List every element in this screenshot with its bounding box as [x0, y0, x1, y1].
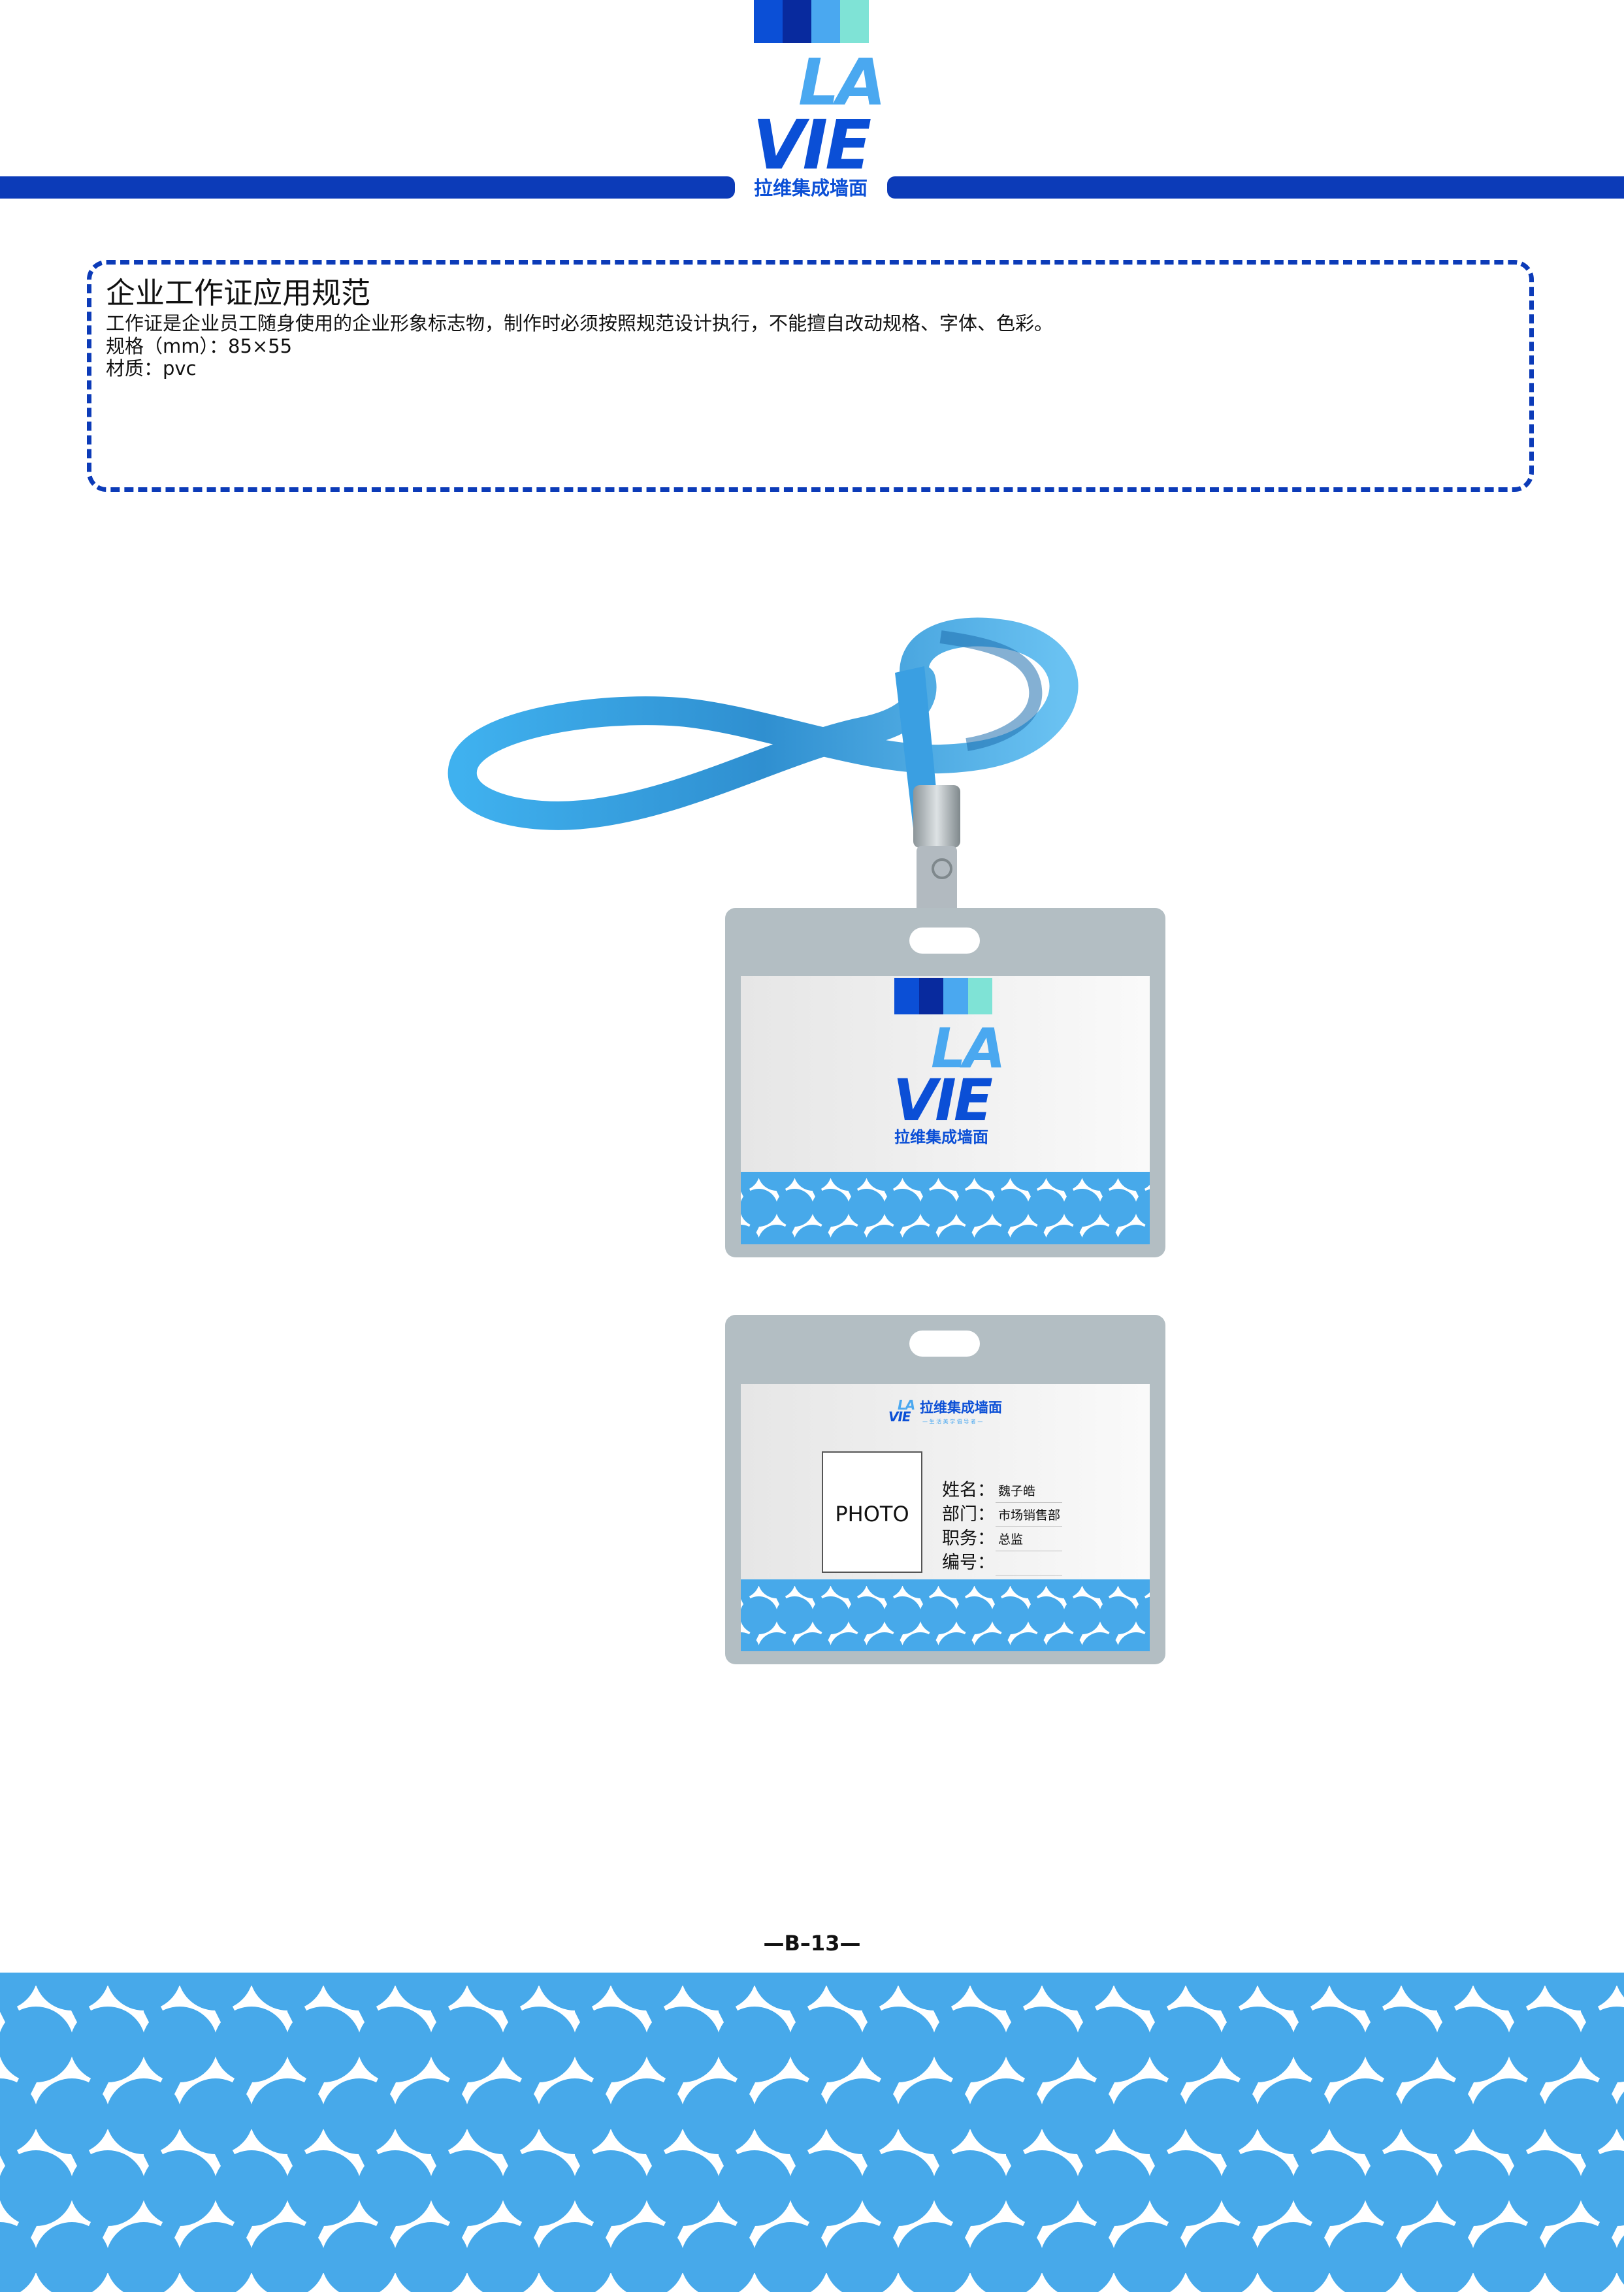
- logo-line2: VIE: [893, 1067, 993, 1134]
- badge-back: LA VIE 拉维集成墙面 — 生 活 美 学 倡 导 者 — PHOTO 姓名…: [725, 1315, 1165, 1664]
- field-name-value: 魏子皓: [998, 1484, 1036, 1498]
- header-rule-right: [887, 176, 1624, 199]
- color-bar: [754, 0, 869, 43]
- color-swatch-3: [811, 0, 840, 43]
- color-swatch-4: [840, 0, 869, 43]
- badge-pattern: [741, 1579, 1150, 1651]
- spec-size: 规格（mm）：85×55: [106, 335, 293, 357]
- field-id-label: 编号：: [942, 1553, 995, 1573]
- field-dept-line: [996, 1526, 1062, 1527]
- field-name-label: 姓名：: [942, 1480, 995, 1500]
- spec-title: 企业工作证应用规范: [106, 276, 371, 310]
- color-swatch-4: [967, 978, 992, 1014]
- logo-mini-line2: VIE: [888, 1409, 911, 1425]
- footer-pattern: [0, 1973, 1624, 2292]
- spec-material: 材质：pvc: [106, 357, 197, 379]
- page-number: —B–13—: [763, 1931, 861, 1956]
- slogan: — 生 活 美 学 倡 导 者 —: [922, 1419, 983, 1425]
- badge-logo: LA VIE 拉维集成墙面: [893, 978, 1006, 1154]
- logo-cn: 拉维集成墙面: [754, 177, 868, 199]
- field-name-line: [996, 1502, 1062, 1503]
- lanyard: [447, 617, 1079, 924]
- badge-pattern: [741, 1172, 1150, 1244]
- field-dept-label: 部门：: [942, 1504, 995, 1525]
- color-swatch-2: [783, 0, 811, 43]
- photo-frame: PHOTO: [822, 1451, 922, 1573]
- logo-cn: 拉维集成墙面: [920, 1400, 1002, 1415]
- header-logo: LA VIE 拉维集成墙面: [753, 0, 886, 202]
- badge-back-insert: LA VIE 拉维集成墙面 — 生 活 美 学 倡 导 者 — PHOTO 姓名…: [741, 1384, 1150, 1651]
- color-bar: [894, 978, 992, 1014]
- color-swatch-2: [918, 978, 943, 1014]
- field-title-value: 总监: [998, 1532, 1024, 1547]
- spec-description: 工作证是企业员工随身使用的企业形象标志物，制作时必须按照规范设计执行，不能擅自改…: [106, 312, 1054, 334]
- photo-label: PHOTO: [835, 1502, 909, 1526]
- badge-front-insert: LA VIE 拉维集成墙面: [741, 976, 1150, 1244]
- badge-front: LA VIE 拉维集成墙面: [725, 908, 1165, 1257]
- badge-slot: [909, 928, 980, 954]
- logo-line2: VIE: [753, 105, 871, 185]
- color-swatch-1: [754, 0, 783, 43]
- header-rule-left: [0, 176, 735, 199]
- field-dept-value: 市场销售部: [998, 1508, 1061, 1523]
- field-title-label: 职务：: [942, 1528, 995, 1549]
- color-swatch-3: [943, 978, 968, 1014]
- color-swatch-1: [894, 978, 919, 1014]
- logo-cn: 拉维集成墙面: [894, 1128, 988, 1146]
- badge-slot: [909, 1331, 980, 1357]
- badge-back-logo: LA VIE 拉维集成墙面 — 生 活 美 学 倡 导 者 —: [888, 1398, 1006, 1431]
